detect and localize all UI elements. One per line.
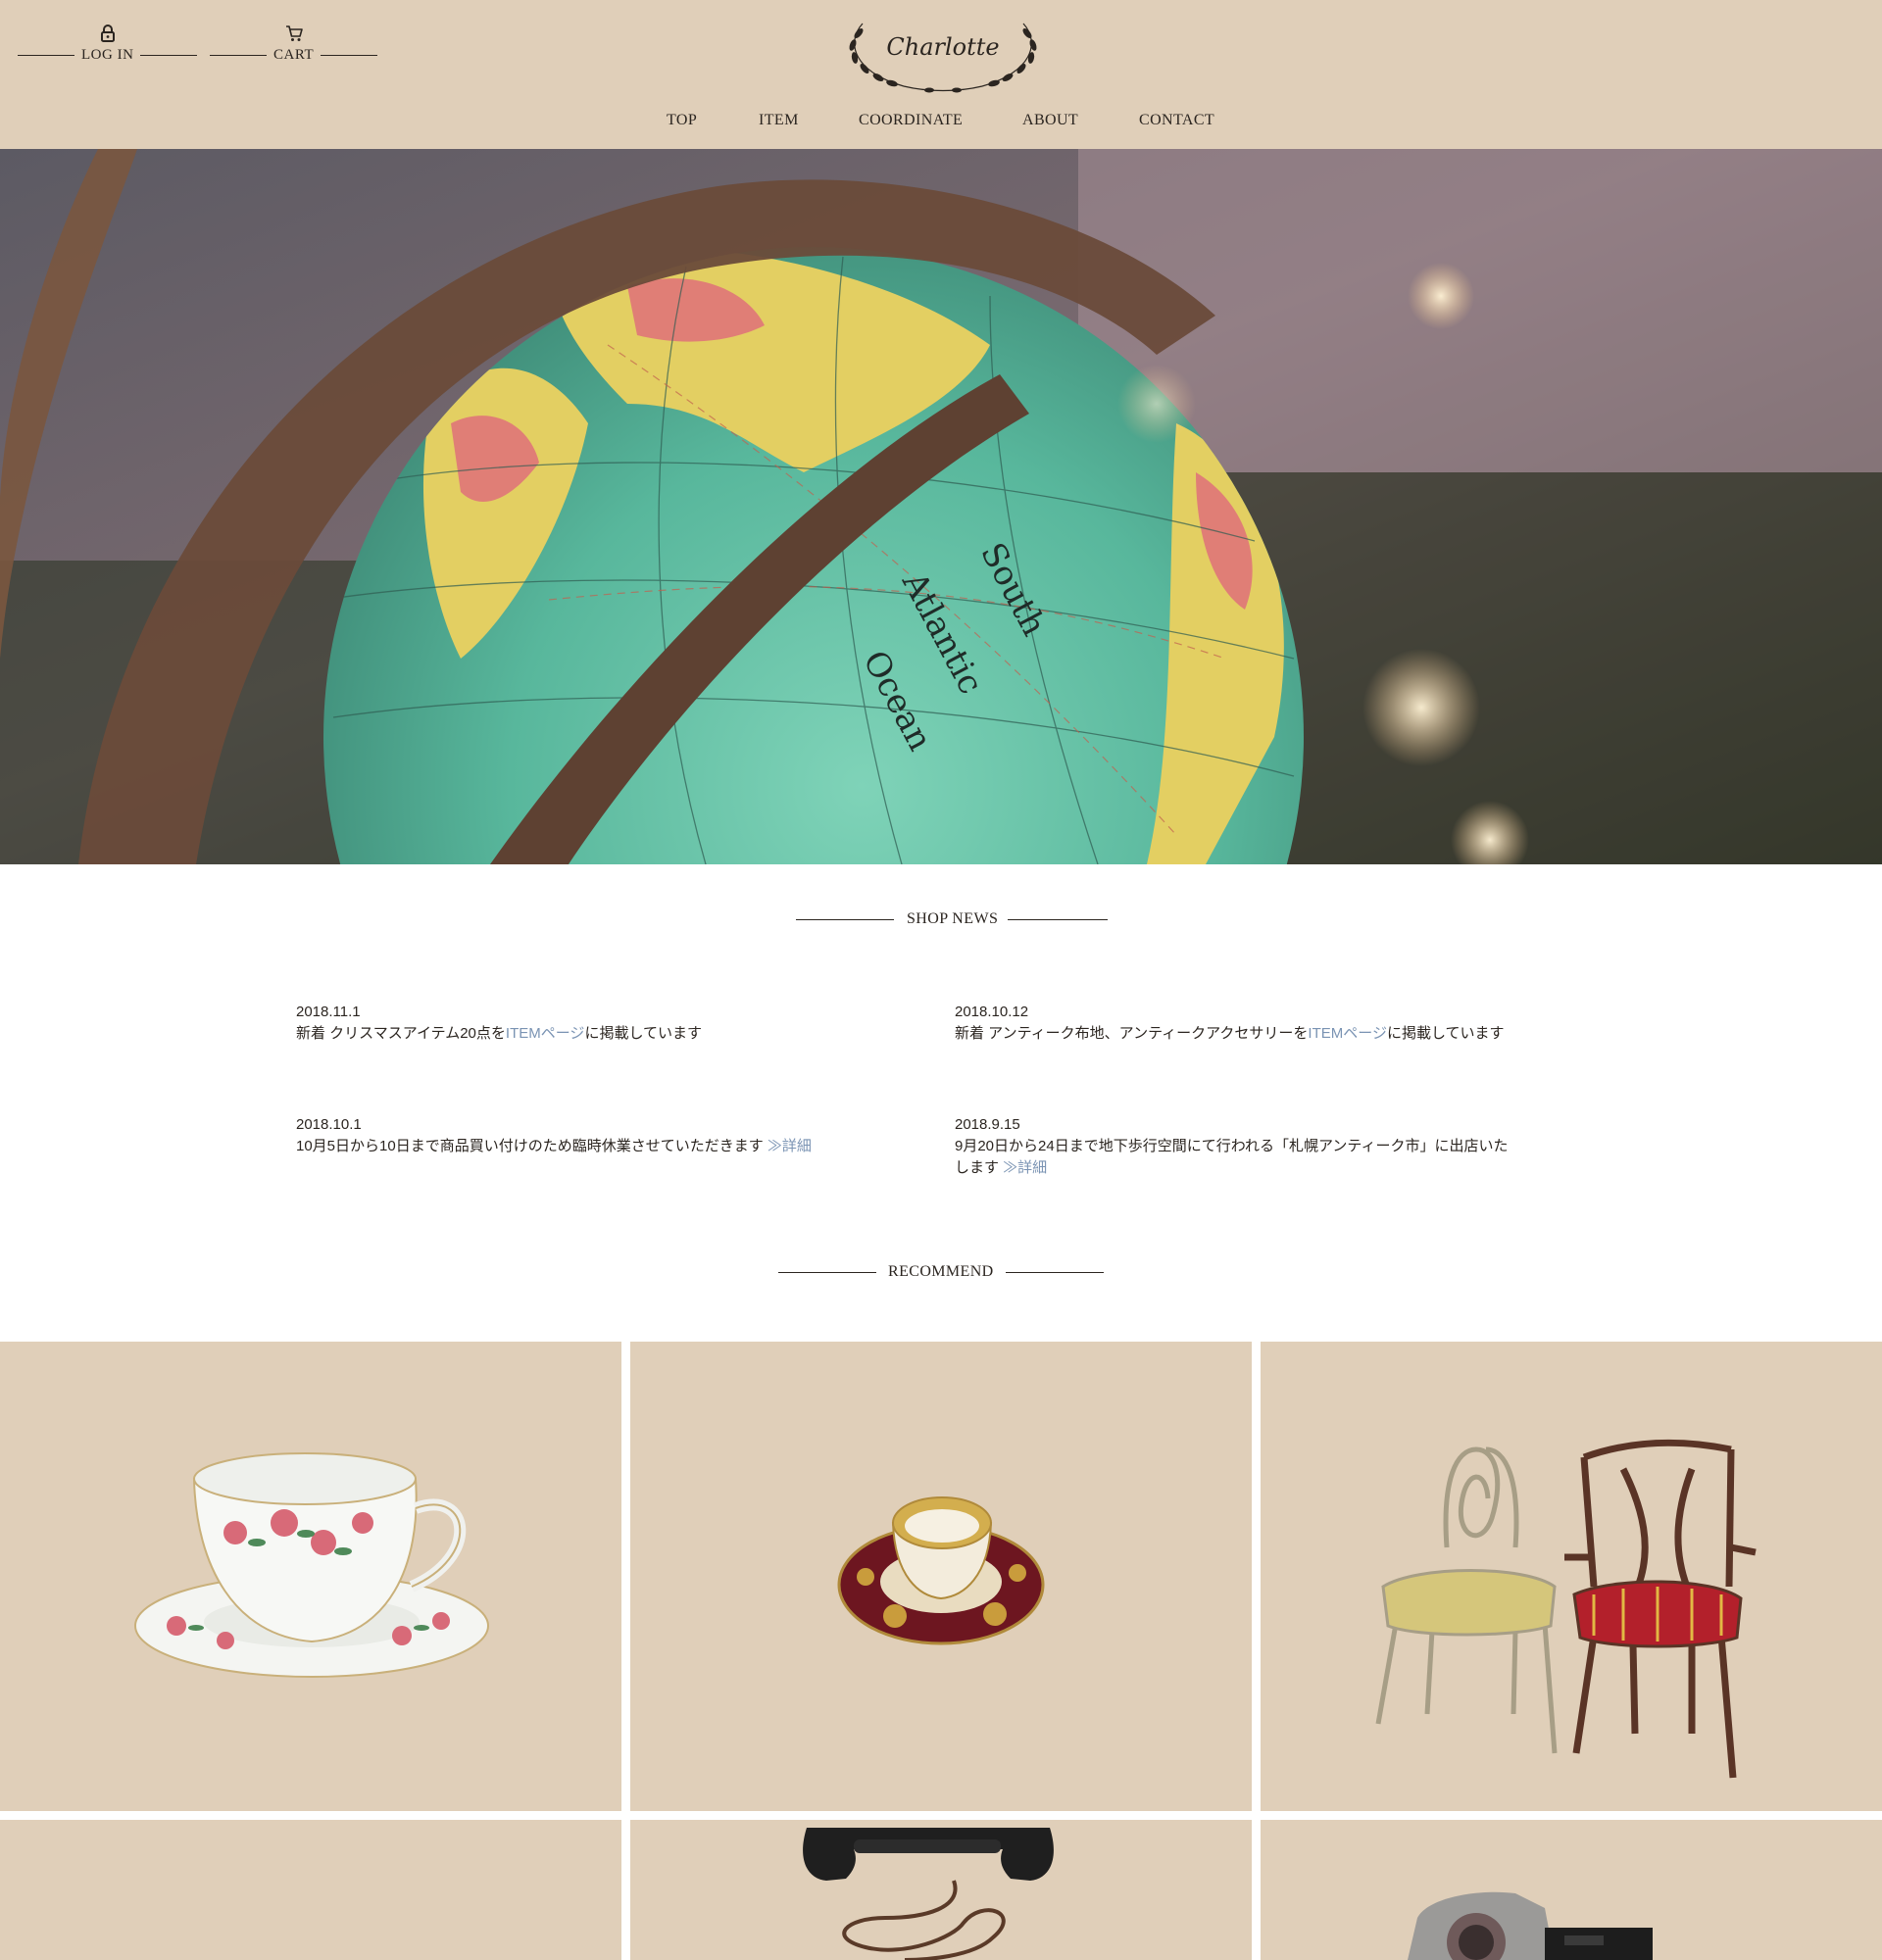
item-page-link[interactable]: ITEMページ (506, 1025, 585, 1042)
news-date: 2018.10.12 (955, 1004, 1029, 1020)
item-page-link[interactable]: ITEMページ (1308, 1025, 1387, 1042)
product-tile-rose-teacup[interactable] (0, 1342, 621, 1811)
news-item: 2018.10.1 10月5日から10日まで商品買い付けのため臨時休業させていた… (296, 1114, 874, 1157)
hero-image: South Atlantic Ocean (0, 149, 1882, 864)
product-tile[interactable] (0, 1820, 621, 1960)
news-date: 2018.11.1 (296, 1004, 361, 1020)
logo-text: Charlotte (886, 33, 1000, 61)
camera-image (1408, 1891, 1653, 1960)
recommend-heading: RECOMMEND (0, 1261, 1882, 1285)
detail-link[interactable]: ≫詳細 (768, 1138, 812, 1154)
news-item: 2018.9.15 9月20日から24日まで地下歩行空間にて行われる「札幌アンテ… (955, 1114, 1515, 1179)
news-heading: SHOP NEWS (0, 908, 1882, 932)
product-tile-gold-teacup[interactable] (630, 1342, 1252, 1811)
news-heading-text: SHOP NEWS (907, 910, 999, 927)
product-tile-antique-chairs[interactable] (1261, 1342, 1882, 1811)
cart-label: CART (273, 47, 315, 63)
login-link[interactable]: LOG IN (18, 24, 198, 73)
telephone-image (803, 1828, 1054, 1960)
news-date: 2018.10.1 (296, 1116, 362, 1133)
news-text: 新着 アンティーク布地、アンティークアクセサリーをITEMページに掲載しています (955, 1025, 1505, 1042)
teacup-image (134, 1452, 489, 1678)
globe-photo: South Atlantic Ocean (0, 149, 1882, 864)
news-item: 2018.10.12 新着 アンティーク布地、アンティークアクセサリーをITEM… (955, 1002, 1515, 1045)
login-label: LOG IN (81, 47, 134, 63)
product-tile-telephone[interactable] (630, 1820, 1252, 1960)
news-item: 2018.11.1 新着 クリスマスアイテム20点をITEMページに掲載していま… (296, 1002, 874, 1045)
product-tile-camera[interactable] (1261, 1820, 1882, 1960)
nav-top[interactable]: TOP (667, 112, 697, 129)
nav-coordinate[interactable]: COORDINATE (859, 112, 963, 129)
nav-about[interactable]: ABOUT (1022, 112, 1078, 129)
nav-contact[interactable]: CONTACT (1139, 112, 1214, 129)
cart-icon (285, 25, 303, 41)
lock-icon (100, 24, 115, 42)
cart-link[interactable]: CART (210, 24, 378, 73)
main-nav: TOP ITEM COORDINATE ABOUT CONTACT (0, 112, 1882, 135)
news-text: 新着 クリスマスアイテム20点をITEMページに掲載しています (296, 1025, 702, 1042)
recommend-heading-text: RECOMMEND (888, 1263, 994, 1280)
chairs-image (1375, 1439, 1757, 1779)
gold-teacup-image (837, 1496, 1045, 1645)
logo[interactable]: Charlotte (835, 14, 1051, 94)
nav-item[interactable]: ITEM (759, 112, 799, 129)
news-text: 10月5日から10日まで商品買い付けのため臨時休業させていただきます ≫詳細 (296, 1138, 812, 1154)
news-date: 2018.9.15 (955, 1116, 1020, 1133)
site-header: LOG IN CART Charlotte TOP ITEM COORDINAT… (0, 0, 1882, 149)
news-text: 9月20日から24日まで地下歩行空間にて行われる「札幌アンティーク市」に出店いた… (955, 1138, 1509, 1176)
detail-link[interactable]: ≫詳細 (1003, 1159, 1047, 1176)
